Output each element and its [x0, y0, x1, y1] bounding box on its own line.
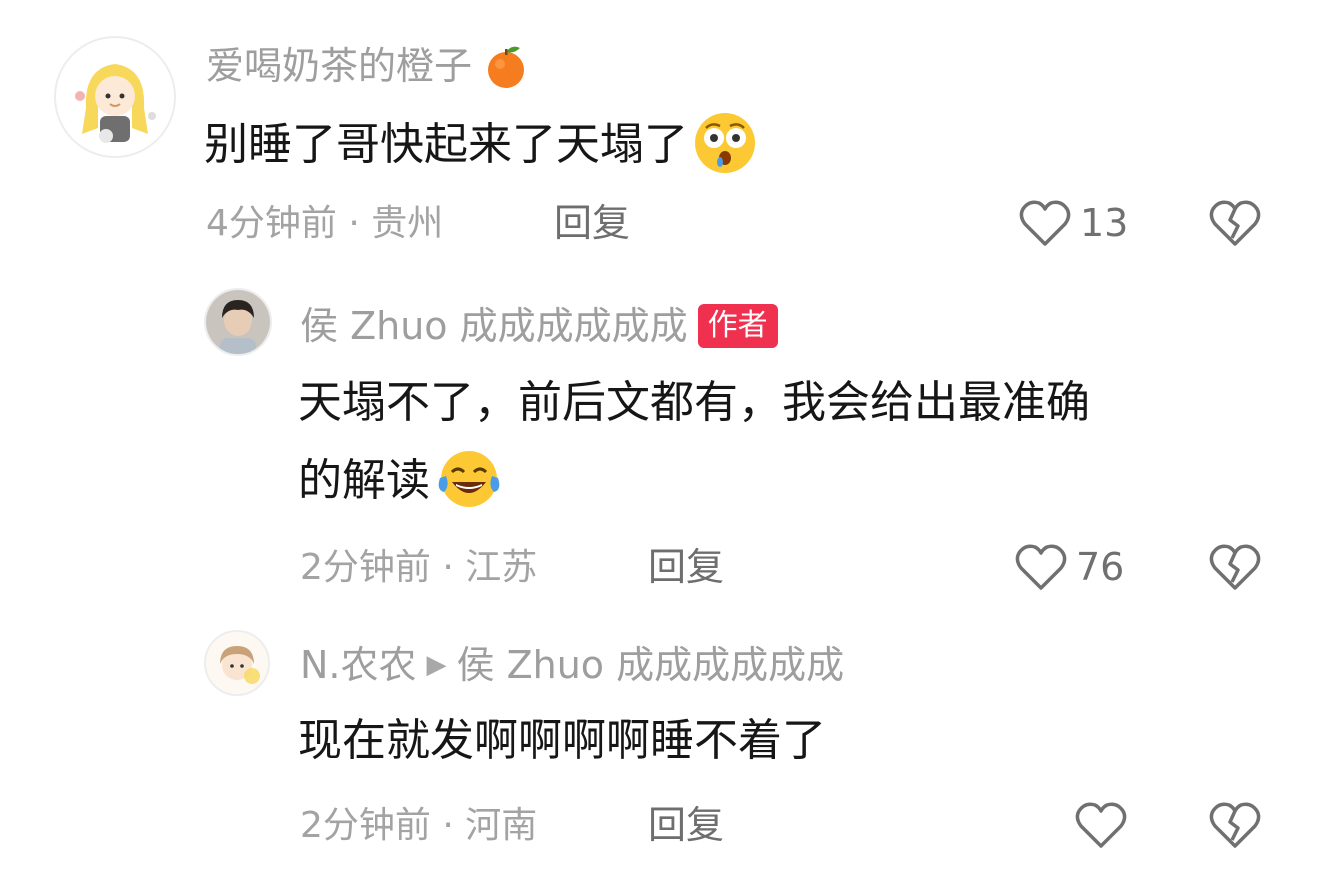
- comment-2: 侯 Zhuo 成成成成成成 作者 天塌不了，前后文都有，我会给出最准确 的解读 …: [0, 260, 1320, 600]
- comment-text: 现在就发啊啊啊啊睡不着了: [298, 710, 1198, 772]
- dislike-button[interactable]: [1208, 542, 1262, 596]
- comment-text-line-2: 的解读: [298, 450, 1258, 512]
- username-text: N.农农: [300, 643, 417, 687]
- comment-username[interactable]: 爱喝奶茶的橙子: [206, 42, 530, 90]
- comment-time: 4分钟前: [206, 203, 337, 244]
- orange-emoji: [488, 46, 525, 88]
- avatar-nong[interactable]: [204, 630, 270, 696]
- comment-location: 江苏: [465, 547, 538, 588]
- meta-separator: ·: [430, 805, 466, 846]
- laughing-tears-emoji: [438, 451, 500, 507]
- avatar-photo: [206, 290, 270, 354]
- reply-button[interactable]: 回复: [554, 204, 630, 242]
- reply-to-username[interactable]: 侯 Zhuo 成成成成成成: [457, 646, 845, 684]
- heart-icon: [1019, 200, 1071, 246]
- broken-heart-icon: [1209, 200, 1261, 246]
- username-text: 爱喝奶茶的橙子: [206, 44, 473, 88]
- meta-separator: ·: [336, 203, 372, 244]
- comment-location: 贵州: [371, 203, 444, 244]
- like-button[interactable]: 13: [1018, 198, 1128, 248]
- surprised-emoji: [695, 113, 755, 173]
- comment-time: 2分钟前: [300, 547, 431, 588]
- reply-button[interactable]: 回复: [648, 548, 724, 586]
- avatar-author[interactable]: [204, 288, 272, 356]
- avatar-illustration: [56, 38, 174, 156]
- broken-heart-icon: [1209, 802, 1261, 848]
- comment-text-body: 现在就发啊啊啊啊睡不着了: [298, 715, 826, 766]
- comment-location: 河南: [465, 805, 538, 846]
- comment-text: 别睡了哥快起来了天塌了: [204, 113, 1104, 176]
- comment-meta: 2分钟前 · 江苏: [300, 550, 537, 586]
- like-count: 76: [1076, 545, 1125, 589]
- meta-separator: ·: [430, 547, 466, 588]
- heart-icon: [1015, 544, 1067, 590]
- dislike-button[interactable]: [1208, 198, 1262, 252]
- like-button[interactable]: 76: [1014, 542, 1124, 592]
- comment-username[interactable]: N.农农 ▶ 侯 Zhuo 成成成成成成: [300, 646, 844, 684]
- like-button[interactable]: [1074, 800, 1128, 850]
- author-badge: 作者: [697, 304, 778, 348]
- username-text: 侯 Zhuo 成成成成成成: [300, 304, 688, 348]
- comment-text-body: 别睡了哥快起来了天塌了: [204, 119, 688, 170]
- avatar-orange[interactable]: [54, 36, 176, 158]
- comment-meta: 4分钟前 · 贵州: [206, 206, 443, 242]
- comment-username[interactable]: 侯 Zhuo 成成成成成成 作者: [300, 304, 778, 348]
- avatar-illustration: [206, 632, 268, 694]
- comment-meta: 2分钟前 · 河南: [300, 808, 537, 844]
- dislike-button[interactable]: [1208, 800, 1262, 854]
- like-count: 13: [1080, 201, 1129, 245]
- comment-time: 2分钟前: [300, 805, 431, 846]
- heart-icon: [1075, 802, 1127, 848]
- comment-1: 爱喝奶茶的橙子 别睡了哥快起来了天塌了 4分钟前 · 贵州 回复 13: [0, 0, 1320, 260]
- comment-text-line-2-body: 的解读: [298, 455, 430, 506]
- reply-button[interactable]: 回复: [648, 806, 724, 844]
- broken-heart-icon: [1209, 544, 1261, 590]
- comment-text: 天塌不了，前后文都有，我会给出最准确 的解读: [298, 372, 1258, 512]
- play-arrow-icon: ▶: [426, 650, 447, 680]
- comment-text-line-1: 天塌不了，前后文都有，我会给出最准确: [298, 377, 1090, 428]
- comment-3: N.农农 ▶ 侯 Zhuo 成成成成成成 现在就发啊啊啊啊睡不着了 2分钟前 ·…: [0, 600, 1320, 876]
